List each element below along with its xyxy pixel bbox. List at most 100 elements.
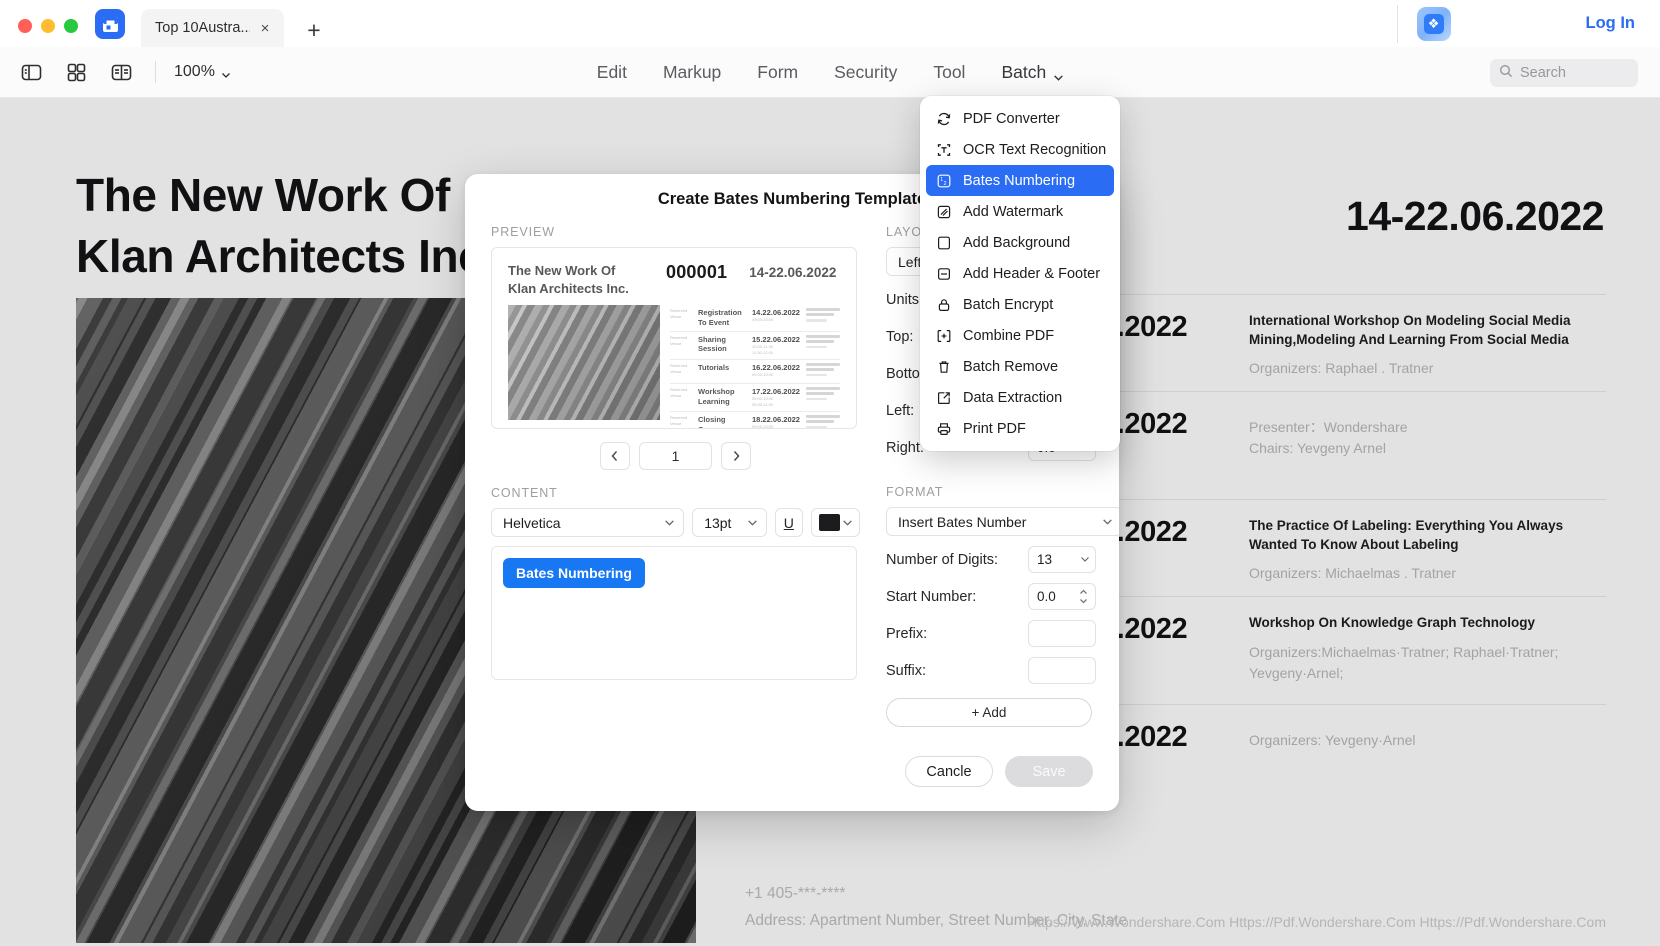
menu-item-label: Batch Remove [963,358,1059,375]
chevron-left-icon[interactable] [600,442,630,470]
preview-pager: 1 [491,442,860,470]
suffix-row: Suffix: [886,657,1096,684]
underline-button[interactable]: U [774,508,803,537]
menu-item-label: Combine PDF [963,327,1055,344]
preview-row: Reserved Venue Sharing Session 15.22.06.… [670,332,840,360]
font-size-select[interactable]: 13pt [692,508,767,537]
document-footer-links: Https://Www.Wondershare.Com Https://Pdf.… [1027,914,1606,931]
bates-number-icon: 1 2 [935,172,952,189]
zoom-level-label: 100% [174,63,215,80]
content-editor[interactable]: Bates Numbering [491,546,857,680]
start-number-label: Start Number: [886,588,977,605]
digits-value: 13 [1037,552,1053,567]
menu-item-ocr-text-recognition[interactable]: OCR Text Recognition [926,134,1114,165]
close-window-button[interactable] [18,19,32,33]
menu-item-add-watermark[interactable]: Add Watermark [926,196,1114,227]
thumbnail-grid-icon[interactable] [65,61,88,84]
zoom-control[interactable]: 100% [174,63,231,81]
suffix-label: Suffix: [886,662,927,679]
preview-row-lines [806,334,840,356]
menu-item-batch-encrypt[interactable]: Batch Encrypt [926,289,1114,320]
color-swatch [818,514,840,531]
preview-row-venue: Reserved Venue [670,415,688,427]
view-mode-icons [0,61,133,84]
stepper-arrows-icon[interactable] [1079,586,1091,607]
search-icon [1499,64,1513,83]
close-icon[interactable]: × [256,19,274,37]
menu-item-add-background[interactable]: Add Background [926,227,1114,258]
row-organizers: Organizers: Yevgeny·Arnel [1249,732,1416,749]
menu-item-add-header-footer[interactable]: Add Header & Footer [926,258,1114,289]
prefix-input[interactable] [1028,620,1096,647]
document-tab[interactable]: Top 10Austra... × [141,9,284,47]
watermark-icon [935,203,952,220]
bates-numbering-chip[interactable]: Bates Numbering [503,558,645,588]
insert-bates-number-select[interactable]: Insert Bates Number [886,507,1119,536]
document-date: 14-22.06.2022 [1346,193,1604,239]
row-organizers: Organizers: Raphael . Tratner [1249,360,1434,377]
menu-item-pdf-converter[interactable]: PDF Converter [926,103,1114,134]
menu-security[interactable]: Security [834,62,897,83]
font-family-select[interactable]: Helvetica [491,508,685,537]
menu-tool[interactable]: Tool [933,62,965,83]
printer-icon [935,420,952,437]
menu-item-label: Bates Numbering [963,172,1076,189]
preview-row-date: 18.22.06.2022 [752,415,800,425]
chevron-right-icon[interactable] [721,442,751,470]
convert-icon [935,110,952,127]
preview-row-name: Registration To Event [698,308,742,327]
menu-item-combine-pdf[interactable]: Combine PDF [926,320,1114,351]
menu-batch[interactable]: Batch [1001,62,1064,83]
start-number-stepper[interactable]: 0.0 [1028,583,1096,610]
format-section-label: FORMAT [886,485,944,499]
trash-icon [935,358,952,375]
chevron-down-icon [1053,67,1064,81]
ocr-icon [935,141,952,158]
preview-row-name: Tutorials [698,362,730,372]
menu-markup[interactable]: Markup [663,62,721,83]
start-number-value: 0.0 [1037,589,1056,604]
page-number-input[interactable]: 1 [639,442,712,470]
preview-row-venue: Reserved Venue [670,334,688,346]
tab-title: Top 10Austra... [155,20,250,36]
menu-item-bates-numbering[interactable]: 1 2 Bates Numbering [926,165,1114,196]
login-button[interactable]: Log In [1586,14,1635,33]
maximize-window-button[interactable] [64,19,78,33]
sidebar-toggle-icon[interactable] [20,61,43,84]
menu-item-label: Print PDF [963,420,1026,437]
preview-row-name: Workshop Learning [698,386,735,406]
content-section-label: CONTENT [491,486,558,500]
new-tab-button[interactable]: + [301,17,327,43]
menu-edit[interactable]: Edit [597,62,627,83]
preview-row-time: 09:00-10:00 [752,371,774,377]
menu-item-print-pdf[interactable]: Print PDF [926,413,1114,444]
font-color-select[interactable] [810,508,860,537]
preview-row-venue: Reserved Venue [670,362,688,374]
window-controls[interactable] [0,19,78,47]
menu-form[interactable]: Form [757,62,798,83]
page-layout-icon[interactable] [110,61,133,84]
lock-icon [935,296,952,313]
digits-row: Number of Digits: 13 [886,546,1096,573]
row-organizers: Presenter：Wondershare Chairs: Yevgeny Ar… [1249,419,1408,457]
prefix-row: Prefix: [886,620,1096,647]
menu-item-batch-remove[interactable]: Batch Remove [926,351,1114,382]
ai-assistant-icon[interactable]: ❖ [1416,6,1451,41]
preview-thumbnail: The New Work Of Klan Architects Inc. 000… [491,247,857,429]
menu-item-data-extraction[interactable]: Data Extraction [926,382,1114,413]
cancel-button[interactable]: Cancle [905,756,993,787]
save-button[interactable]: Save [1005,756,1093,787]
export-icon [935,389,952,406]
digits-select[interactable]: 13 [1028,546,1096,573]
suffix-input[interactable] [1028,657,1096,684]
preview-main: Reserved Venue Registration To Event 14.… [508,305,840,428]
dialog-actions: Cancle Save [905,756,1093,787]
add-button[interactable]: + Add [886,698,1092,727]
preview-row: Reserved Venue Workshop Learning 17.22.0… [670,384,840,413]
font-family-value: Helvetica [503,514,561,531]
batch-dropdown-menu: PDF Converter OCR Text Recognition 1 2 B… [920,96,1120,451]
minimize-window-button[interactable] [41,19,55,33]
preview-row-date-cell: 17.22.06.2022 09:00-10:00 09:30-11:00 [752,387,806,408]
search-input[interactable]: Search [1490,59,1638,87]
app-window: Top 10Austra... × + ❖ Log In 100% Edit M… [0,0,1660,946]
